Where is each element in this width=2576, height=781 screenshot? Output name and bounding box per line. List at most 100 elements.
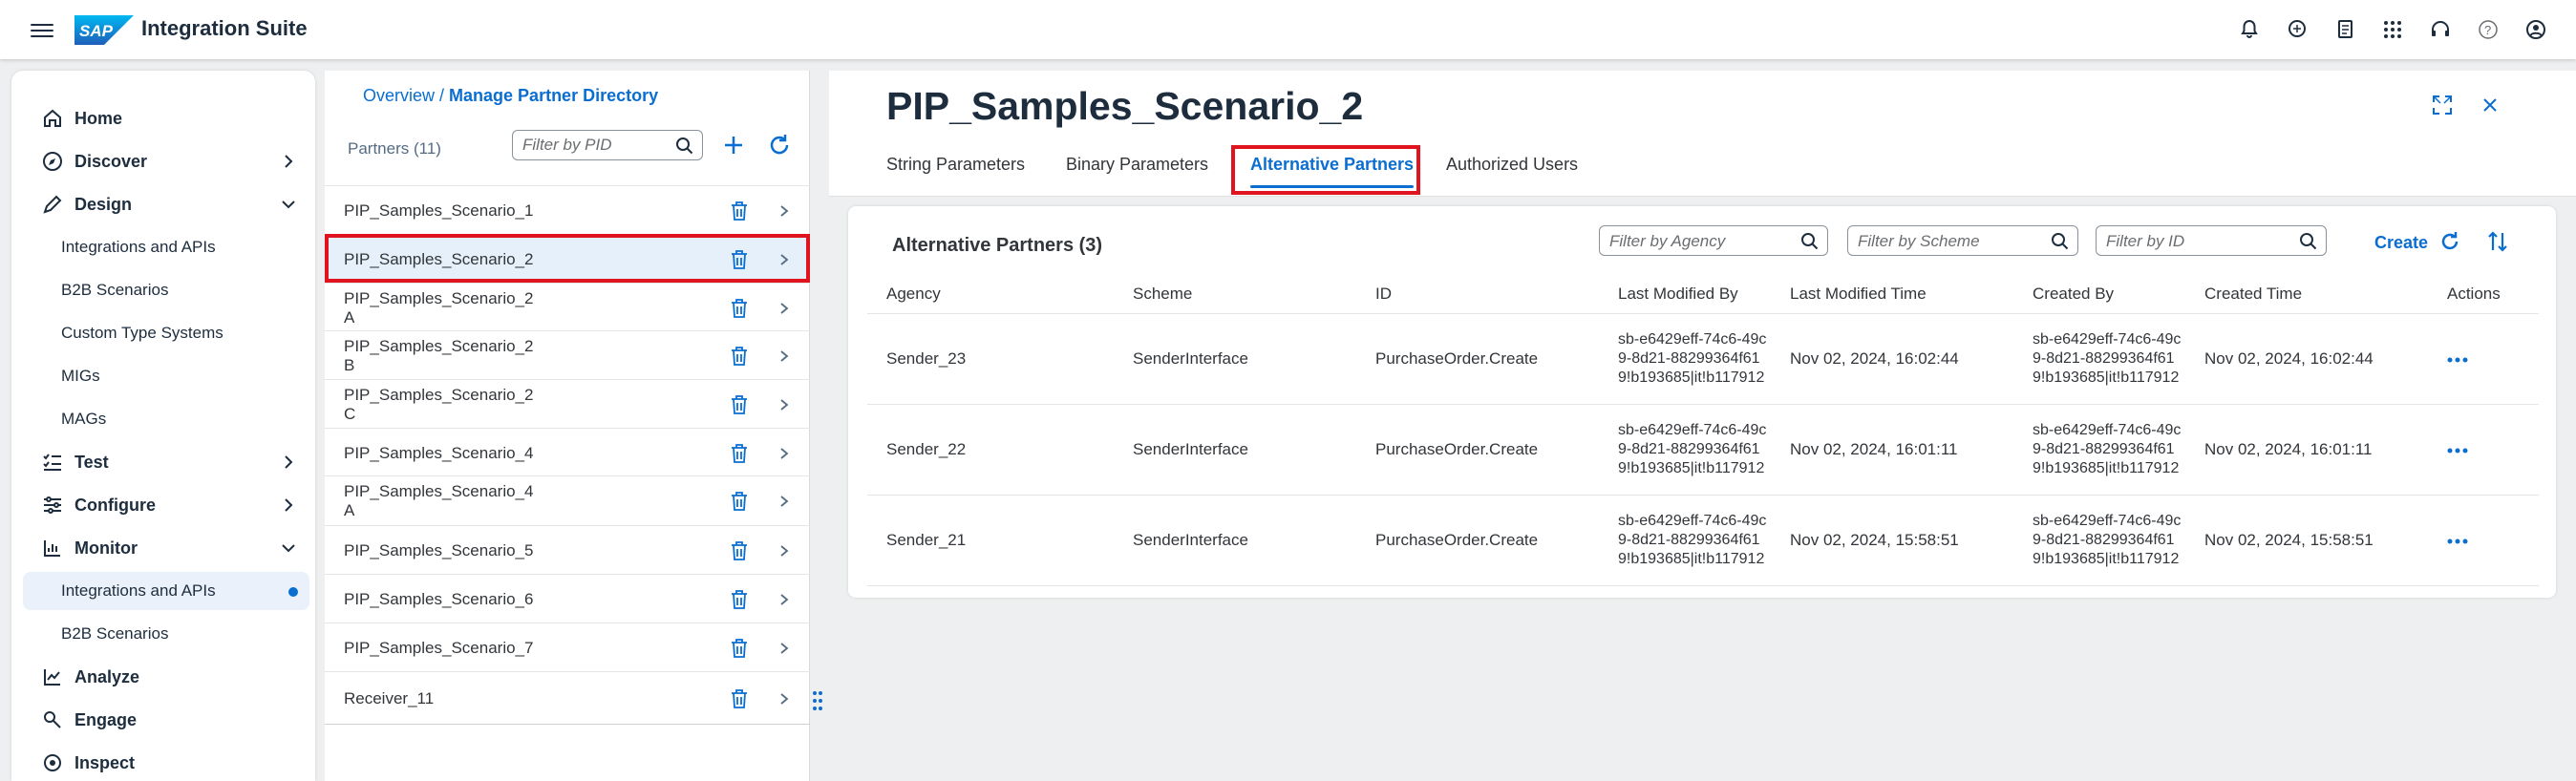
breadcrumb-overview-link[interactable]: Overview (363, 86, 435, 105)
col-scheme[interactable]: Scheme (1114, 275, 1356, 314)
partner-name-line1: PIP_Samples_Scenario_2 (344, 337, 534, 355)
nav-design-b2b[interactable]: B2B Scenarios (23, 271, 309, 309)
id-filter-input[interactable]: Filter by ID (2096, 225, 2327, 256)
partner-name: PIP_Samples_Scenario_2 C (344, 386, 533, 424)
nav-home[interactable]: Home (23, 99, 309, 137)
fullscreen-icon[interactable] (2431, 94, 2454, 116)
partner-row[interactable]: PIP_Samples_Scenario_2 B (325, 330, 810, 379)
tab-string-parameters[interactable]: String Parameters (886, 155, 1025, 175)
alternative-partners-table: Agency Scheme ID Last Modified By Last M… (867, 275, 2539, 586)
user-avatar-icon[interactable] (2524, 18, 2547, 41)
agency-filter-input[interactable]: Filter by Agency (1599, 225, 1828, 256)
content-area: Alternative Partners (3) Filter by Agenc… (829, 197, 2576, 781)
search-icon (2300, 233, 2317, 250)
partner-row[interactable]: PIP_Samples_Scenario_5 (325, 525, 810, 574)
menu-icon[interactable] (31, 20, 53, 39)
cell-agency: Sender_23 (867, 313, 1114, 405)
partner-row[interactable]: PIP_Samples_Scenario_2 (325, 234, 810, 283)
nav-design[interactable]: Design (23, 185, 309, 223)
col-agency[interactable]: Agency (867, 275, 1114, 314)
delete-icon[interactable] (730, 346, 749, 367)
partner-row[interactable]: PIP_Samples_Scenario_1 (325, 185, 810, 234)
delete-icon[interactable] (730, 589, 749, 610)
chevron-down-icon (282, 201, 295, 209)
table-row[interactable]: Sender_23 SenderInterface PurchaseOrder.Cr… (867, 313, 2539, 405)
col-last-modified-time[interactable]: Last Modified Time (1771, 275, 2013, 314)
partner-row[interactable]: PIP_Samples_Scenario_6 (325, 574, 810, 623)
nav-inspect[interactable]: Inspect (23, 744, 309, 781)
nav-monitor-integrations[interactable]: Integrations and APIs (23, 572, 309, 610)
nav-analyze[interactable]: Analyze (23, 658, 309, 696)
create-button[interactable]: Create (2374, 233, 2428, 253)
delete-icon[interactable] (730, 394, 749, 415)
partner-row[interactable]: PIP_Samples_Scenario_4 (325, 428, 810, 476)
inspect-icon (44, 754, 61, 771)
delete-icon[interactable] (730, 249, 749, 270)
list-bottom-border (325, 724, 810, 725)
col-created-by[interactable]: Created By (2013, 275, 2185, 314)
cell-scheme: SenderInterface (1114, 495, 1356, 586)
nav-engage[interactable]: Engage (23, 701, 309, 739)
partner-row[interactable]: Receiver_11 (325, 671, 810, 724)
partners-count-title: Partners (11) (348, 139, 441, 158)
help-icon[interactable]: ? (2477, 18, 2500, 41)
partner-row[interactable]: PIP_Samples_Scenario_4 A (325, 475, 810, 524)
nav-monitor[interactable]: Monitor (23, 529, 309, 567)
refresh-icon[interactable] (766, 132, 793, 158)
delete-icon[interactable] (730, 201, 749, 222)
nav-design-custom-types[interactable]: Custom Type Systems (23, 314, 309, 352)
apps-grid-icon[interactable] (2381, 18, 2404, 41)
compass-icon (43, 152, 62, 171)
feedback-icon[interactable] (2286, 18, 2309, 41)
add-icon[interactable] (720, 132, 747, 158)
nav-design-mags[interactable]: MAGs (23, 400, 309, 438)
documents-icon[interactable] (2333, 18, 2356, 41)
more-options-icon[interactable] (2447, 356, 2468, 364)
partner-name-line1: PIP_Samples_Scenario_2 (344, 386, 534, 404)
more-options-icon[interactable] (2447, 538, 2468, 545)
delete-icon[interactable] (730, 298, 749, 319)
refresh-icon[interactable] (2438, 229, 2462, 254)
delete-icon[interactable] (730, 443, 749, 464)
delete-icon[interactable] (730, 688, 749, 709)
cell-actions (2428, 313, 2539, 405)
cell-id: PurchaseOrder.Create (1356, 404, 1599, 496)
col-id[interactable]: ID (1356, 275, 1599, 314)
col-created-time[interactable]: Created Time (2185, 275, 2428, 314)
partner-row[interactable]: PIP_Samples_Scenario_7 (325, 623, 810, 671)
tab-binary-parameters[interactable]: Binary Parameters (1066, 155, 1208, 175)
partner-row[interactable]: PIP_Samples_Scenario_2 C (325, 379, 810, 428)
table-row[interactable]: Sender_22 SenderInterface PurchaseOrder.Cr… (867, 404, 2539, 496)
cell-scheme: SenderInterface (1114, 313, 1356, 405)
partner-name-line2: A (344, 308, 355, 327)
sliders-icon (44, 496, 61, 514)
more-options-icon[interactable] (2447, 447, 2468, 454)
nav-discover[interactable]: Discover (23, 142, 309, 180)
tab-authorized-users[interactable]: Authorized Users (1446, 155, 1578, 175)
close-icon[interactable] (2479, 94, 2501, 116)
delete-icon[interactable] (730, 491, 749, 512)
sort-icon[interactable] (2485, 229, 2510, 254)
partner-name-line1: PIP_Samples_Scenario_1 (344, 201, 534, 220)
cell-created-by: sb-e6429eff-74c6-49c9-8d21-88299364f619!… (2013, 313, 2185, 405)
table-row[interactable]: Sender_21 SenderInterface PurchaseOrder.Cr… (867, 495, 2539, 586)
bell-icon[interactable] (2238, 18, 2261, 41)
cell-created-by: sb-e6429eff-74c6-49c9-8d21-88299364f619!… (2013, 404, 2185, 496)
nav-test[interactable]: Test (23, 443, 309, 481)
headset-icon[interactable] (2429, 18, 2452, 41)
nav-design-migs[interactable]: MIGs (23, 357, 309, 395)
chevron-right-icon (780, 350, 789, 362)
partner-row[interactable]: PIP_Samples_Scenario_2 A (325, 283, 810, 331)
cell-last-modified-time: Nov 02, 2024, 16:02:44 (1771, 313, 2013, 405)
delete-icon[interactable] (730, 638, 749, 659)
svg-text:SAP: SAP (79, 22, 114, 40)
nav-design-integrations[interactable]: Integrations and APIs (23, 228, 309, 266)
nav-configure[interactable]: Configure (23, 486, 309, 524)
col-last-modified-by[interactable]: Last Modified By (1599, 275, 1771, 314)
scheme-filter-input[interactable]: Filter by Scheme (1847, 225, 2078, 256)
nav-monitor-b2b[interactable]: B2B Scenarios (23, 615, 309, 653)
delete-icon[interactable] (730, 540, 749, 561)
sap-logo: SAP (75, 15, 134, 45)
pid-filter-input[interactable]: Filter by PID (512, 130, 703, 160)
resize-grip-icon[interactable] (812, 682, 823, 720)
